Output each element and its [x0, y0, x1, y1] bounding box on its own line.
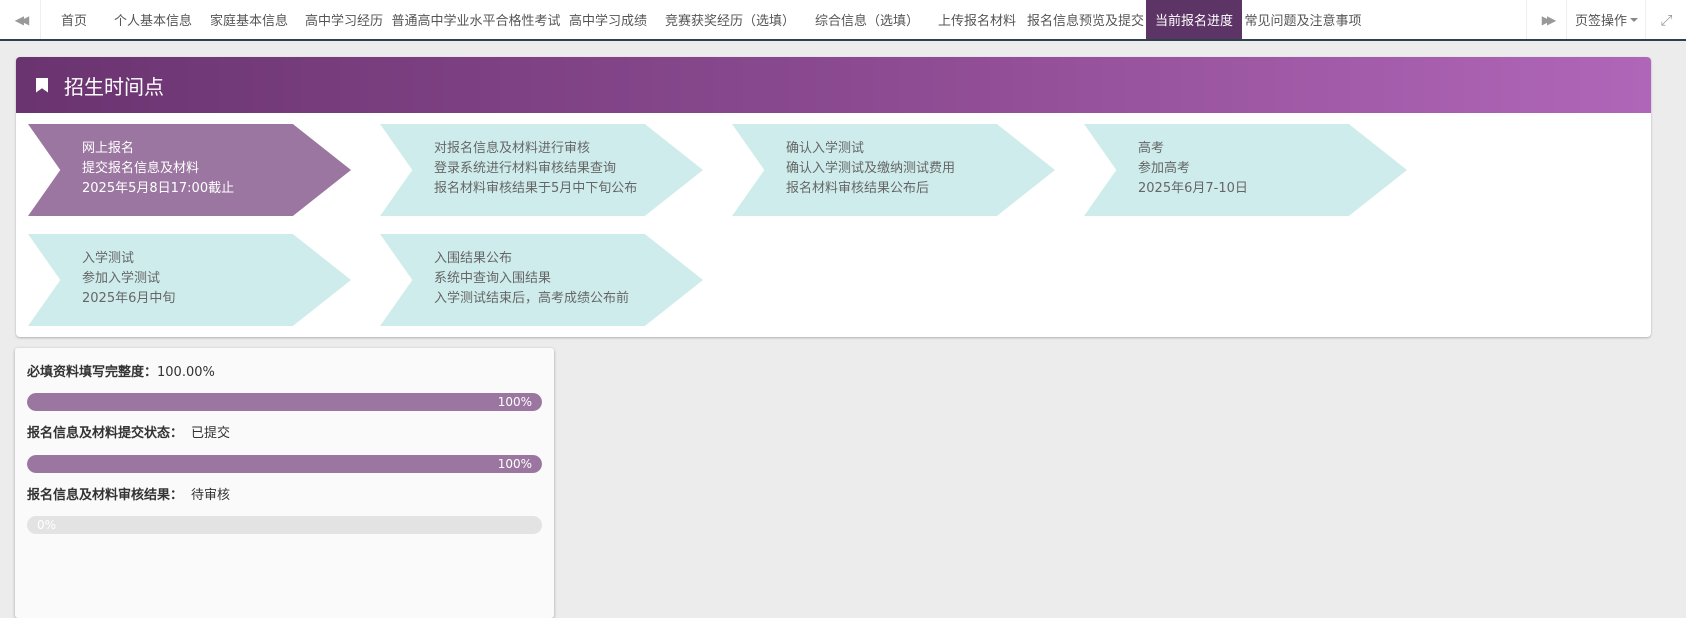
timeline-step-confirm-test: 确认入学测试 确认入学测试及缴纳测试费用 报名材料审核结果公布后 [732, 124, 1055, 216]
step-desc: 参加高考 [1138, 161, 1191, 176]
bookmark-icon [36, 77, 48, 93]
tab-bar: ◀◀ 首页 个人基本信息 家庭基本信息 高中学习经历 普通高中学业水平合格性考试… [0, 0, 1686, 41]
timeline-step-entrance-test: 入学测试 参加入学测试 2025年6月中旬 [28, 234, 351, 326]
step-date: 2025年5月8日17:00截止 [82, 181, 235, 196]
review-result-row: 报名信息及材料审核结果： 待审核 [27, 484, 230, 503]
tab-preview-submit[interactable]: 报名信息预览及提交 [1025, 0, 1146, 39]
step-date: 2025年6月中旬 [82, 291, 176, 306]
expand-icon[interactable]: ⤢ [1645, 0, 1686, 39]
tab-faq[interactable]: 常见问题及注意事项 [1242, 0, 1364, 39]
tab-competition-awards[interactable]: 竞赛获奖经历（选填） [655, 0, 805, 39]
step-date: 报名材料审核结果公布后 [786, 181, 930, 196]
step-title: 对报名信息及材料进行审核 [434, 141, 591, 156]
panel-title: 招生时间点 [64, 74, 164, 99]
submit-status-label: 报名信息及材料提交状态： [27, 426, 184, 441]
completeness-progress-fill [27, 393, 542, 411]
submit-status-progress-bar: 100% [27, 455, 542, 473]
step-date: 报名材料审核结果于5月中下旬公布 [434, 181, 638, 196]
step-desc: 登录系统进行材料审核结果查询 [434, 161, 617, 176]
completeness-progress-text: 100% [497, 395, 532, 409]
panel-header: 招生时间点 [16, 57, 1651, 113]
tab-operations-dropdown[interactable]: 页签操作 [1566, 0, 1646, 39]
review-result-progress-bar: 0% [27, 516, 542, 534]
timeline-step-results: 入围结果公布 系统中查询入围结果 入学测试结束后，高考成绩公布前 [380, 234, 703, 326]
step-title: 高考 [1138, 141, 1165, 156]
tab-upload-materials[interactable]: 上传报名材料 [929, 0, 1025, 39]
submit-status-row: 报名信息及材料提交状态： 已提交 [27, 422, 230, 441]
timeline-step-online-registration: 网上报名 提交报名信息及材料 2025年5月8日17:00截止 [28, 124, 351, 216]
step-title: 入围结果公布 [434, 251, 513, 266]
tab-personal-info[interactable]: 个人基本信息 [105, 0, 201, 39]
step-title: 入学测试 [82, 251, 135, 266]
application-progress-card: 必填资料填写完整度：100.00% 100% 报名信息及材料提交状态： 已提交 1… [15, 348, 554, 618]
step-desc: 系统中查询入围结果 [434, 271, 552, 286]
submit-status-progress-text: 100% [497, 457, 532, 471]
completeness-progress-bar: 100% [27, 393, 542, 411]
completeness-value: 100.00% [157, 365, 215, 380]
tab-family-info[interactable]: 家庭基本信息 [201, 0, 297, 39]
step-title: 网上报名 [82, 141, 135, 156]
tab-home[interactable]: 首页 [43, 0, 105, 39]
step-desc: 提交报名信息及材料 [82, 161, 200, 176]
review-result-progress-text: 0% [37, 518, 57, 532]
tab-high-school-grades[interactable]: 高中学习成绩 [561, 0, 655, 39]
submit-status-value: 已提交 [191, 426, 231, 441]
tab-academic-proficiency-exam[interactable]: 普通高中学业水平合格性考试 [391, 0, 561, 39]
tab-high-school-history[interactable]: 高中学习经历 [297, 0, 391, 39]
timeline-step-gaokao: 高考 参加高考 2025年6月7-10日 [1084, 124, 1407, 216]
step-date: 2025年6月7-10日 [1138, 181, 1248, 196]
step-title: 确认入学测试 [786, 141, 865, 156]
review-result-value: 待审核 [191, 488, 231, 503]
double-chevron-left-icon[interactable]: ◀◀ [0, 0, 41, 39]
tab-operations-label: 页签操作 [1574, 14, 1627, 29]
timeline-step-review: 对报名信息及材料进行审核 登录系统进行材料审核结果查询 报名材料审核结果于5月中… [380, 124, 703, 216]
completeness-label: 必填资料填写完整度： [27, 365, 158, 380]
completeness-row: 必填资料填写完整度：100.00% [27, 361, 215, 380]
review-result-label: 报名信息及材料审核结果： [27, 488, 184, 503]
admission-timeline-panel: 招生时间点 网上报名 提交报名信息及材料 2025年5月8日17:00截止 对报… [16, 57, 1651, 337]
tab-comprehensive-info[interactable]: 综合信息（选填） [805, 0, 929, 39]
submit-status-progress-fill [27, 455, 542, 473]
step-desc: 参加入学测试 [82, 271, 161, 286]
step-desc: 确认入学测试及缴纳测试费用 [786, 161, 956, 176]
caret-down-icon [1630, 17, 1638, 22]
step-date: 入学测试结束后，高考成绩公布前 [434, 291, 630, 306]
tab-current-progress[interactable]: 当前报名进度 [1146, 0, 1242, 39]
double-chevron-right-icon[interactable]: ▶▶ [1526, 0, 1567, 39]
